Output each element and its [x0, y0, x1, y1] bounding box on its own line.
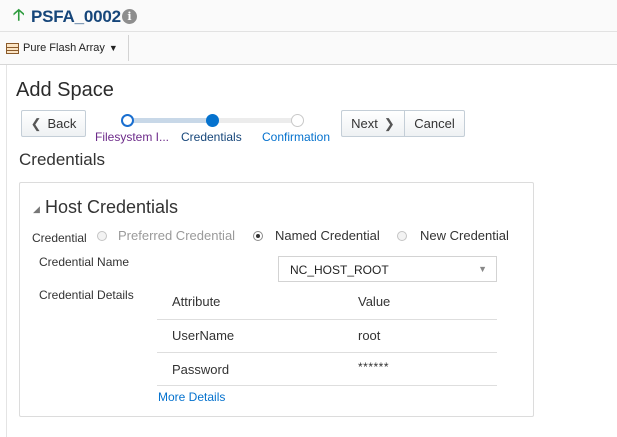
target-type-label: Pure Flash Array [23, 42, 105, 54]
more-details-link[interactable]: More Details [158, 390, 225, 404]
target-type-menu[interactable]: Pure Flash Array ▼ [6, 35, 129, 61]
table-divider [157, 319, 497, 320]
preferred-credential-label[interactable]: Preferred Credential [118, 228, 235, 243]
table-cell-value: ****** [358, 360, 390, 374]
info-icon[interactable]: i [122, 9, 137, 24]
credential-name-label: Credential Name [39, 255, 130, 269]
table-divider [157, 385, 497, 386]
table-cell-attribute: Password [172, 362, 230, 377]
disclosure-triangle-icon[interactable]: ◢ [33, 204, 40, 215]
page-heading: Add Space [16, 79, 114, 101]
table-cell-attribute: UserName [172, 328, 235, 343]
target-title[interactable]: PSFA_0002 [31, 7, 121, 27]
train-line-completed [127, 118, 213, 123]
storage-array-icon [6, 42, 19, 54]
train-line-pending [213, 118, 298, 123]
credential-name-value: NC_HOST_ROOT [290, 263, 389, 277]
up-arrow-icon[interactable]: 🡡 [13, 8, 25, 24]
train-step-label-confirmation[interactable]: Confirmation [262, 130, 330, 144]
title-bar: 🡡 PSFA_0002 i [0, 0, 617, 32]
chevron-down-icon: ▼ [108, 43, 118, 53]
next-button[interactable]: Next ❯ [341, 110, 404, 137]
credential-label: Credential [32, 231, 87, 245]
named-credential-label[interactable]: Named Credential [275, 228, 380, 243]
chevron-right-icon: ❯ [383, 115, 395, 131]
target-menu-bar: Pure Flash Array ▼ [0, 32, 617, 65]
preferred-credential-radio[interactable] [97, 231, 107, 241]
table-cell-value: root [358, 328, 381, 343]
train-step-label-filesystem[interactable]: Filesystem I... [95, 130, 169, 144]
new-credential-label[interactable]: New Credential [420, 228, 509, 243]
column-header-value: Value [358, 294, 391, 309]
new-credential-radio[interactable] [397, 231, 407, 241]
cancel-button[interactable]: Cancel [404, 110, 465, 137]
host-credentials-title[interactable]: Host Credentials [45, 197, 178, 218]
credential-details-label: Credential Details [39, 288, 134, 302]
column-header-attribute: Attribute [172, 294, 221, 309]
back-button-label: Back [47, 116, 77, 131]
train-stop-filesystem[interactable] [121, 114, 134, 127]
next-button-label: Next [351, 116, 378, 131]
chevron-left-icon: ❮ [30, 115, 42, 131]
section-heading: Credentials [19, 150, 105, 169]
chevron-down-icon: ▼ [478, 264, 487, 274]
train-step-label-credentials[interactable]: Credentials [181, 130, 242, 144]
table-divider [157, 352, 497, 353]
train-stop-credentials[interactable] [206, 114, 219, 127]
train-stop-confirmation[interactable] [291, 114, 304, 127]
back-button[interactable]: ❮ Back [21, 110, 86, 137]
cancel-button-label: Cancel [414, 116, 455, 131]
named-credential-radio[interactable] [253, 231, 263, 241]
credential-name-select[interactable]: NC_HOST_ROOT ▼ [278, 256, 497, 282]
